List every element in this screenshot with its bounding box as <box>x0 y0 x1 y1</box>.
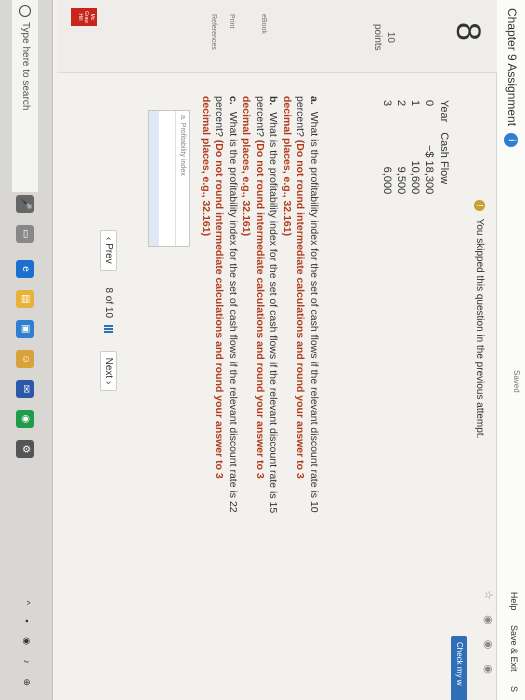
table-row: 1 10,600 <box>408 100 422 194</box>
part-hint: (Do not round intermediate calculations … <box>200 96 226 479</box>
cash-flow-cell: 10,600 <box>409 160 421 195</box>
info-icon[interactable]: i <box>504 133 519 148</box>
next-button[interactable]: Next › <box>100 350 117 392</box>
question-part-a: a. What is the profitability index for t… <box>280 96 320 516</box>
assignment-title: Chapter 9 Assignment i <box>504 8 519 148</box>
points-label: points <box>372 24 383 51</box>
system-tray-icons[interactable]: ^ ▪ ◉ ♪ ⊕ <box>21 601 32 692</box>
part-letter: b. <box>267 96 280 106</box>
question-parts: a. What is the profitability index for t… <box>199 96 320 516</box>
save-exit-link[interactable]: Save & Exit <box>509 625 519 672</box>
table-row: 3 6,000 <box>380 100 394 194</box>
cash-flow-cell: 9,500 <box>395 166 407 195</box>
next-label: Next <box>103 357 114 379</box>
mcgraw-hill-logo: Mc Graw Hill <box>71 8 97 26</box>
answer-input[interactable] <box>149 111 159 246</box>
settings-icon[interactable]: ⚙ <box>16 440 34 458</box>
year-cell: 2 <box>395 100 407 107</box>
references-link[interactable]: References <box>210 14 217 50</box>
edge-icon[interactable]: e <box>16 260 34 278</box>
points-value: 10 <box>385 31 396 43</box>
search-icon <box>19 5 31 17</box>
search-placeholder: Type here to search <box>20 22 31 111</box>
skipped-notice: ! You skipped this question in the previ… <box>474 200 485 438</box>
col-header-year: Year <box>438 100 450 123</box>
skipped-text: You skipped this question in the previou… <box>473 218 485 439</box>
prev-label: Prev <box>103 243 114 264</box>
mic-icon[interactable]: 🎤 <box>16 195 34 213</box>
store-icon[interactable]: ▣ <box>16 320 34 338</box>
col-header-cash-flow: Cash Flow <box>438 132 450 185</box>
year-cell: 0 <box>423 100 435 107</box>
print-link[interactable]: Print <box>228 14 235 28</box>
ebook-link[interactable]: eBook <box>260 14 267 34</box>
part-hint: (Do not round intermediate calculations … <box>281 96 307 479</box>
taskbar-search[interactable]: Type here to search <box>12 0 38 192</box>
cash-flow-cell: −$ 18,300 <box>423 144 435 195</box>
chrome-icon[interactable]: ◉ <box>16 410 34 428</box>
answer-label: a. Profitability index <box>175 111 189 246</box>
year-cell: 3 <box>381 100 393 107</box>
table-header-row: Year Cash Flow <box>436 100 450 194</box>
screen: Chapter 9 Assignment i Saved Help Save &… <box>0 0 525 700</box>
mail-icon[interactable]: ✉ <box>16 380 34 398</box>
table-row: 2 9,500 <box>394 100 408 194</box>
taskbar: Type here to search 🎤 ▭ e ▤ ▣ ☺ ✉ ◉ ⚙ ^ … <box>0 0 53 700</box>
top-right-menu: Help Save & Exit S <box>509 580 519 692</box>
page-total: 10 <box>103 306 114 319</box>
prev-button[interactable]: ‹ Prev <box>100 230 117 271</box>
question-part-b: b. What is the profitability index for t… <box>239 96 280 516</box>
part-letter: c. <box>227 96 239 105</box>
table-row: 0 −$ 18,300 <box>422 100 436 194</box>
top-bar: Chapter 9 Assignment i Saved Help Save &… <box>496 0 525 700</box>
answer-table[interactable]: a. Profitability index <box>148 110 190 247</box>
task-view-icon[interactable]: ▭ <box>16 225 34 243</box>
question-number: 8 <box>449 22 487 41</box>
assignment-title-text: Chapter 9 Assignment <box>505 8 519 127</box>
file-explorer-icon[interactable]: ▤ <box>16 290 34 308</box>
part-letter: a. <box>308 96 320 105</box>
submit-link[interactable]: S <box>509 686 519 692</box>
question-part-c: c. What is the profitability index for t… <box>199 96 239 516</box>
cash-flow-cell: 6,000 <box>381 166 393 195</box>
answer-row-letter: a. <box>179 115 186 121</box>
grid-icon[interactable] <box>104 324 114 334</box>
page-current: 8 <box>103 287 114 294</box>
help-link[interactable]: Help <box>509 592 519 611</box>
page-of: of <box>103 295 114 305</box>
year-cell: 1 <box>409 100 421 107</box>
browser-toolbar-icons: ☆ ◉ ◉ ◉ <box>482 590 494 680</box>
cash-flow-table: Year Cash Flow 0 −$ 18,300 1 10,600 2 9,… <box>380 100 450 194</box>
page-indicator[interactable]: 8 of 10 <box>103 287 114 336</box>
check-my-work-button[interactable]: Check my w <box>451 636 467 700</box>
question-sidebar: 8 10 points eBook Print References <box>57 0 497 73</box>
answer-row-label: Profitability index <box>179 122 186 176</box>
warning-icon: ! <box>474 200 485 211</box>
saved-status: Saved <box>512 370 521 393</box>
part-hint: (Do not round intermediate calculations … <box>240 96 267 479</box>
question-navigation: ‹ Prev 8 of 10 Next › <box>100 230 117 405</box>
points-block: 10 points <box>371 24 397 51</box>
app-icon[interactable]: ☺ <box>16 350 34 368</box>
